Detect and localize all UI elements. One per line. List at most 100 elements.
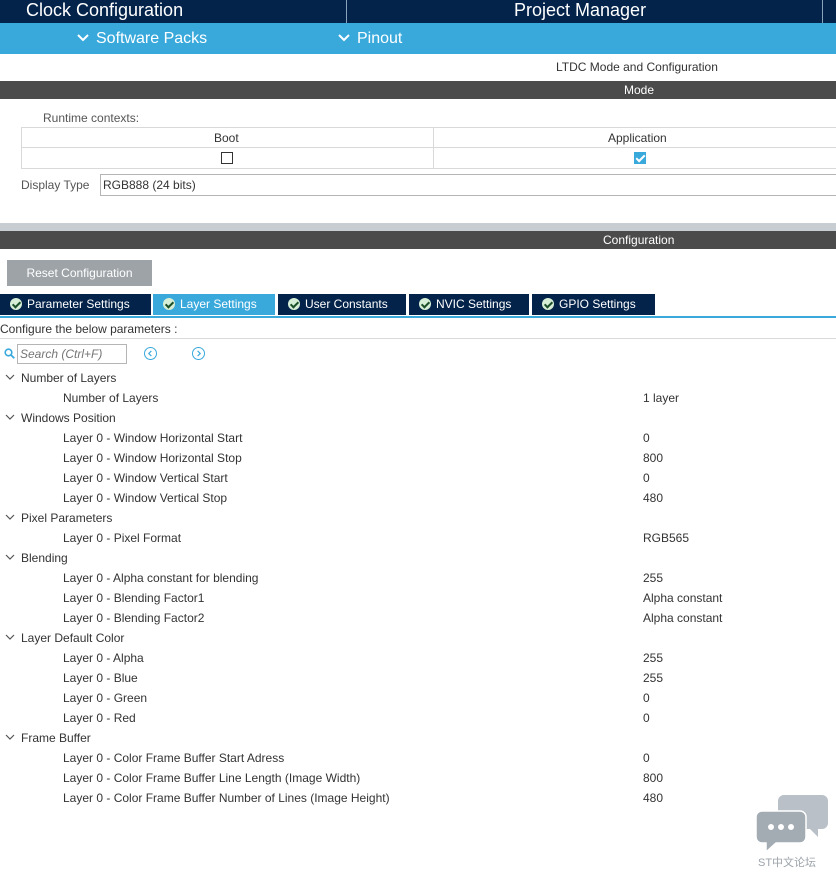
parameter-value[interactable]: 0: [643, 711, 650, 725]
parameter-row[interactable]: Layer 0 - Green 0: [0, 688, 836, 708]
parameter-value[interactable]: RGB565: [643, 531, 689, 545]
tree-group[interactable]: Layer Default Color: [0, 628, 836, 648]
parameter-name: Layer 0 - Window Vertical Start: [63, 471, 228, 485]
tab-layer-settings[interactable]: Layer Settings: [153, 294, 275, 315]
chevron-down-icon: [5, 374, 15, 380]
parameter-name: Layer 0 - Green: [63, 691, 148, 705]
parameter-name: Layer 0 - Window Horizontal Start: [63, 431, 243, 445]
configure-parameters-label: Configure the below parameters :: [0, 322, 178, 336]
parameter-row[interactable]: Layer 0 - Alpha constant for blending 255: [0, 568, 836, 588]
group-name: Blending: [21, 551, 68, 565]
tree-group[interactable]: Pixel Parameters: [0, 508, 836, 528]
tree-group[interactable]: Blending: [0, 548, 836, 568]
section-divider: [0, 223, 836, 231]
tabs-underline: [0, 316, 836, 318]
parameter-name: Layer 0 - Color Frame Buffer Line Length…: [63, 771, 361, 785]
chevron-down-icon: [77, 34, 89, 42]
group-name: Windows Position: [21, 411, 116, 425]
section-title: LTDC Mode and Configuration: [556, 60, 718, 74]
parameter-name: Layer 0 - Window Horizontal Stop: [63, 451, 242, 465]
top-navigation-bar: Clock Configuration Project Manager: [0, 0, 836, 23]
parameter-name: Layer 0 - Pixel Format: [63, 531, 182, 545]
parameter-name: Layer 0 - Blending Factor1: [63, 591, 205, 605]
sub-navigation-bar: Software Packs Pinout: [0, 23, 836, 54]
application-context-checkbox[interactable]: [634, 152, 646, 164]
tab-gpio-settings[interactable]: GPIO Settings: [532, 294, 655, 315]
previous-match-icon[interactable]: [144, 347, 157, 360]
reset-configuration-button[interactable]: Reset Configuration: [7, 260, 152, 286]
parameter-value[interactable]: 800: [643, 771, 663, 785]
chevron-down-icon: [5, 634, 15, 640]
parameter-name: Layer 0 - Blue: [63, 671, 138, 685]
parameter-tree: Number of Layers Number of Layers 1 layer…: [0, 368, 836, 808]
tab-parameter-settings[interactable]: Parameter Settings: [0, 294, 151, 315]
parameter-name: Layer 0 - Red: [63, 711, 136, 725]
tab-project-manager[interactable]: Project Manager: [514, 0, 646, 23]
context-header-application: Application: [608, 131, 667, 145]
tab-divider: [346, 0, 347, 23]
tree-group[interactable]: Number of Layers: [0, 368, 836, 388]
context-header-boot: Boot: [214, 131, 239, 145]
parameter-row[interactable]: Layer 0 - Red 0: [0, 708, 836, 728]
parameter-row[interactable]: Layer 0 - Window Vertical Start 0: [0, 468, 836, 488]
software-packs-label: Software Packs: [96, 30, 208, 47]
chevron-down-icon: [5, 554, 15, 560]
display-type-select[interactable]: RGB888 (24 bits): [100, 174, 836, 196]
parameter-row[interactable]: Layer 0 - Color Frame Buffer Number of L…: [0, 788, 836, 808]
runtime-contexts-table: Boot Application: [21, 127, 836, 169]
parameter-name: Number of Layers: [63, 391, 159, 405]
parameter-value[interactable]: 0: [643, 431, 650, 445]
parameter-row[interactable]: Layer 0 - Window Vertical Stop 480: [0, 488, 836, 508]
software-packs-menu[interactable]: Software Packs: [76, 23, 207, 54]
parameter-row[interactable]: Layer 0 - Window Horizontal Start 0: [0, 428, 836, 448]
search-icon: [4, 348, 15, 359]
mode-header-label: Mode: [624, 83, 655, 97]
parameter-value[interactable]: 0: [643, 471, 650, 485]
parameter-row[interactable]: Layer 0 - Color Frame Buffer Start Adres…: [0, 748, 836, 768]
parameter-value[interactable]: 255: [643, 671, 663, 685]
check-circle-icon: [419, 298, 431, 310]
parameter-value[interactable]: 0: [643, 691, 650, 705]
chevron-down-icon: [338, 34, 350, 42]
tree-group[interactable]: Windows Position: [0, 408, 836, 428]
tab-user-constants[interactable]: User Constants: [278, 294, 406, 315]
parameter-value[interactable]: 800: [643, 451, 663, 465]
parameter-value[interactable]: 255: [643, 571, 663, 585]
boot-context-checkbox[interactable]: [221, 152, 233, 164]
chat-bubbles-icon: [755, 795, 828, 854]
parameter-name: Layer 0 - Alpha: [63, 651, 144, 665]
parameter-name: Layer 0 - Alpha constant for blending: [63, 571, 259, 585]
parameter-value[interactable]: 0: [643, 751, 650, 765]
parameter-value[interactable]: 480: [643, 491, 663, 505]
parameter-value[interactable]: Alpha constant: [643, 611, 722, 625]
watermark-text: ST中文论坛: [758, 857, 817, 869]
search-input[interactable]: [17, 344, 127, 364]
next-match-icon[interactable]: [192, 347, 205, 360]
parameter-row[interactable]: Layer 0 - Blending Factor1 Alpha constant: [0, 588, 836, 608]
parameter-value[interactable]: Alpha constant: [643, 591, 722, 605]
configuration-header: Configuration: [0, 231, 836, 249]
forum-watermark: ST中文论坛: [755, 793, 830, 871]
pinout-menu[interactable]: Pinout: [337, 23, 402, 54]
parameter-value[interactable]: 255: [643, 651, 663, 665]
tab-divider: [822, 0, 823, 23]
parameter-row[interactable]: Layer 0 - Alpha 255: [0, 648, 836, 668]
tree-group[interactable]: Frame Buffer: [0, 728, 836, 748]
parameter-row[interactable]: Layer 0 - Blue 255: [0, 668, 836, 688]
parameter-row[interactable]: Number of Layers 1 layer: [0, 388, 836, 408]
pinout-label: Pinout: [357, 30, 403, 47]
parameter-row[interactable]: Layer 0 - Color Frame Buffer Line Length…: [0, 768, 836, 788]
parameter-value[interactable]: 1 layer: [643, 391, 679, 405]
parameter-row[interactable]: Layer 0 - Blending Factor2 Alpha constant: [0, 608, 836, 628]
tab-label: Parameter Settings: [27, 297, 130, 311]
tab-label: GPIO Settings: [559, 297, 636, 311]
chevron-down-icon: [5, 414, 15, 420]
tab-nvic-settings[interactable]: NVIC Settings: [409, 294, 529, 315]
check-circle-icon: [10, 298, 22, 310]
parameter-row[interactable]: Layer 0 - Pixel Format RGB565: [0, 528, 836, 548]
parameter-row[interactable]: Layer 0 - Window Horizontal Stop 800: [0, 448, 836, 468]
parameter-value[interactable]: 480: [643, 791, 663, 805]
tab-clock-configuration[interactable]: Clock Configuration: [26, 0, 183, 23]
divider: [0, 338, 836, 339]
mode-header: Mode: [0, 81, 836, 99]
